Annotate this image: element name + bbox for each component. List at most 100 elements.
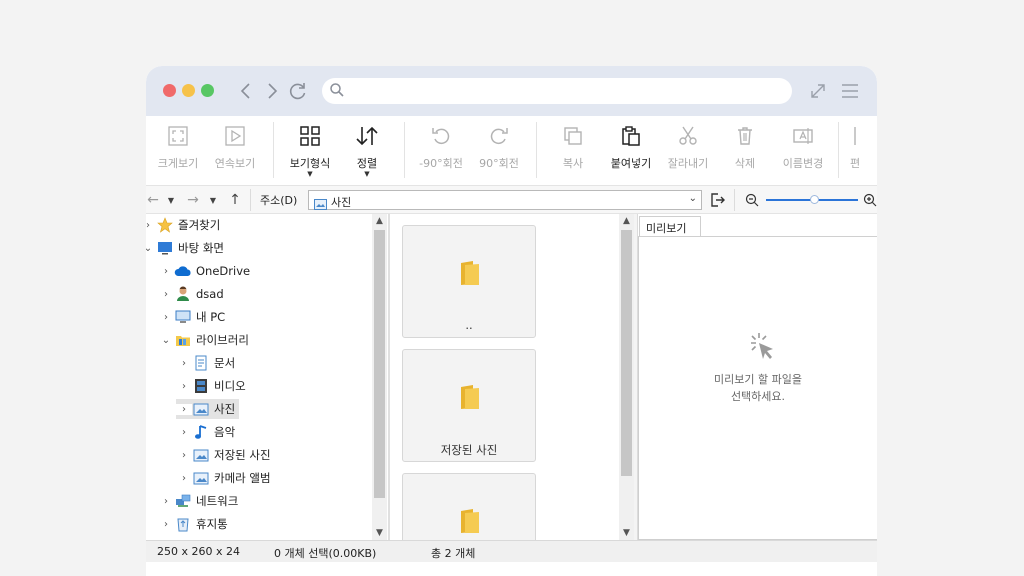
- reload-icon[interactable]: [286, 79, 310, 103]
- chevron-right-icon[interactable]: ›: [158, 312, 174, 323]
- network-icon: [174, 493, 192, 509]
- search-icon: [328, 81, 346, 103]
- tree-item-label: 비디오: [214, 379, 246, 393]
- menu-icon[interactable]: [838, 79, 862, 103]
- chevron-down-icon[interactable]: ⌄: [689, 193, 697, 204]
- up-arrow-icon[interactable]: ↑: [228, 191, 242, 209]
- tab-preview[interactable]: 미리보기: [639, 216, 701, 236]
- file-name: 저장된 사진: [440, 443, 498, 457]
- tree-item-videos[interactable]: › 비디오: [176, 376, 246, 396]
- tree-item-label: 저장된 사진: [214, 448, 271, 462]
- fullscreen-icon: [147, 122, 209, 150]
- rename-button[interactable]: 이름변경: [772, 122, 834, 178]
- ribbon-toolbar: 크게보기 연속보기 보기형식 ▼ 정렬 ▼ -90°회전 90°회전 복사 붙여…: [146, 116, 877, 186]
- delete-label: 삭제: [734, 157, 756, 170]
- folder-icon: [459, 508, 481, 538]
- tree-item-libraries[interactable]: ⌄ 라이브러리: [158, 330, 249, 350]
- scroll-up-icon[interactable]: ▲: [372, 214, 387, 228]
- slideshow-button[interactable]: 연속보기: [204, 122, 266, 178]
- chevron-down-icon[interactable]: ⌄: [158, 335, 174, 346]
- chevron-right-icon[interactable]: ›: [176, 473, 192, 484]
- minimize-button[interactable]: [182, 84, 195, 97]
- rotate-right-icon: [468, 122, 530, 150]
- scrollbar-thumb[interactable]: [621, 230, 632, 476]
- tree-item-desktop[interactable]: ⌄ 바탕 화면: [146, 238, 224, 258]
- user-icon: [174, 286, 192, 302]
- pane-splitter[interactable]: [634, 214, 637, 540]
- tree-item-recycle-bin[interactable]: › 휴지통: [158, 514, 228, 534]
- expand-icon[interactable]: [806, 79, 830, 103]
- file-name: ..: [465, 318, 473, 332]
- scroll-down-icon[interactable]: ▼: [619, 526, 634, 540]
- chevron-right-icon[interactable]: ›: [176, 427, 192, 438]
- ribbon-divider: [536, 122, 537, 178]
- tree-item-documents[interactable]: › 문서: [176, 353, 235, 373]
- chevron-right-icon[interactable]: ›: [176, 403, 192, 415]
- delete-button[interactable]: 삭제: [714, 122, 776, 178]
- paste-icon: [600, 122, 662, 150]
- rename-icon: [772, 122, 834, 150]
- tree-item-label: 사진: [214, 402, 236, 416]
- chevron-right-icon[interactable]: ›: [176, 358, 192, 369]
- tree-item-music[interactable]: › 음악: [176, 422, 235, 442]
- chevron-right-icon[interactable]: ›: [158, 519, 174, 530]
- tree-item-favorites[interactable]: › 즐겨찾기: [146, 215, 220, 235]
- tree-scrollbar[interactable]: ▲ ▼: [372, 214, 387, 540]
- edit-icon: [846, 122, 877, 150]
- close-button[interactable]: [163, 84, 176, 97]
- pane-splitter[interactable]: [389, 214, 390, 540]
- file-tile[interactable]: ..: [402, 225, 536, 338]
- forward-arrow-icon[interactable]: →: [186, 191, 200, 209]
- zoom-in-icon[interactable]: [863, 191, 877, 209]
- fullscreen-button[interactable]: 크게보기: [147, 122, 209, 178]
- chevron-right-icon[interactable]: ›: [158, 496, 174, 507]
- back-history-dropdown-icon[interactable]: ▼: [166, 191, 176, 209]
- edit-button[interactable]: 편: [846, 122, 877, 178]
- copy-button[interactable]: 복사: [542, 122, 604, 178]
- zoom-out-icon[interactable]: [744, 191, 760, 209]
- chevron-right-icon[interactable]: ›: [158, 266, 174, 277]
- chevron-down-icon[interactable]: ⌄: [146, 243, 156, 254]
- address-bar[interactable]: 사진 ⌄: [308, 190, 702, 210]
- play-icon: [204, 122, 266, 150]
- scroll-up-icon[interactable]: ▲: [619, 214, 634, 228]
- sort-button[interactable]: 정렬 ▼: [336, 122, 398, 178]
- file-pane-scrollbar[interactable]: ▲ ▼: [619, 214, 634, 540]
- paste-button[interactable]: 붙여넣기: [600, 122, 662, 178]
- recycle-bin-icon: [174, 516, 192, 532]
- rotate-left-icon: [410, 122, 472, 150]
- scissors-icon: [657, 122, 719, 150]
- tree-item-label: 카메라 앨범: [214, 471, 271, 485]
- cut-button[interactable]: 잘라내기: [657, 122, 719, 178]
- scroll-down-icon[interactable]: ▼: [372, 526, 387, 540]
- tree-item-pictures[interactable]: › 사진: [176, 399, 240, 419]
- scrollbar-thumb[interactable]: [374, 230, 385, 498]
- tree-item-camera-roll[interactable]: › 카메라 앨범: [176, 468, 271, 488]
- tree-item-label: 음악: [214, 425, 236, 439]
- back-arrow-icon[interactable]: [234, 79, 258, 103]
- rotate-left-button[interactable]: -90°회전: [410, 122, 472, 178]
- chevron-right-icon[interactable]: ›: [146, 220, 156, 231]
- rotate-right-button[interactable]: 90°회전: [468, 122, 530, 178]
- zoom-slider-thumb[interactable]: [810, 195, 819, 204]
- chevron-right-icon[interactable]: ›: [158, 289, 174, 300]
- ribbon-divider: [273, 122, 274, 178]
- pictures-icon: [192, 401, 210, 417]
- forward-history-dropdown-icon[interactable]: ▼: [208, 191, 218, 209]
- file-tile[interactable]: 저장된 사진: [402, 349, 536, 462]
- tree-item-user[interactable]: › dsad: [158, 284, 224, 304]
- image-dimensions: 250 x 260 x 24: [157, 545, 240, 558]
- view-mode-button[interactable]: 보기형식 ▼: [279, 122, 341, 178]
- tree-item-onedrive[interactable]: › OneDrive: [158, 261, 250, 281]
- tree-item-saved-pictures[interactable]: › 저장된 사진: [176, 445, 271, 465]
- go-icon[interactable]: [708, 191, 726, 209]
- chevron-right-icon[interactable]: ›: [176, 381, 192, 392]
- tree-item-this-pc[interactable]: › 내 PC: [158, 307, 225, 327]
- back-arrow-icon[interactable]: ←: [146, 191, 160, 209]
- chevron-right-icon[interactable]: ›: [176, 450, 192, 461]
- url-bar[interactable]: [322, 78, 792, 104]
- forward-arrow-icon[interactable]: [260, 79, 284, 103]
- tree-item-network[interactable]: › 네트워크: [158, 491, 238, 511]
- maximize-button[interactable]: [201, 84, 214, 97]
- pictures-icon: [192, 447, 210, 463]
